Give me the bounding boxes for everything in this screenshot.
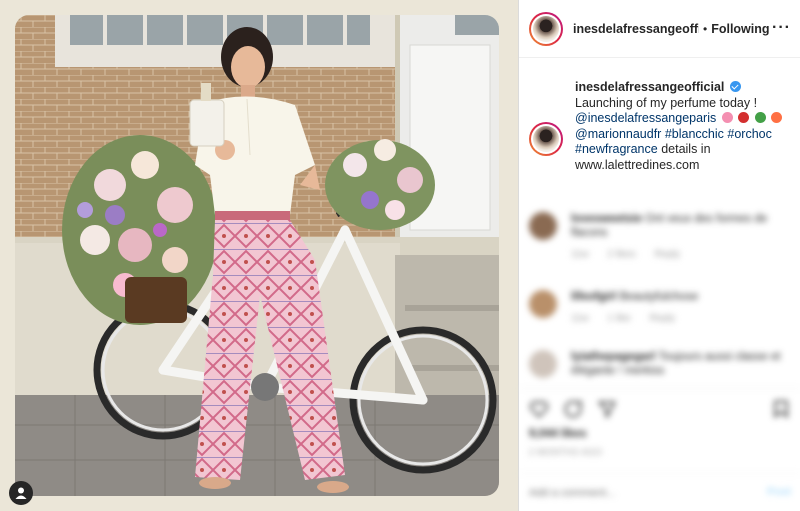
comment-text: Beautyfulchose xyxy=(619,291,699,303)
post-photo[interactable] xyxy=(15,15,499,496)
hashtag-link[interactable]: #blancchic xyxy=(665,127,724,141)
caption-details-text: details in xyxy=(661,142,711,157)
user-tag-button[interactable] xyxy=(9,481,33,505)
comment-username[interactable]: lovesweetsie xyxy=(571,213,642,225)
post-header: inesdelafressangeofficial • Following ··… xyxy=(519,0,800,58)
comment-likes[interactable]: 1 like xyxy=(607,313,630,324)
comment-avatar[interactable] xyxy=(529,350,557,378)
comment-reply-button[interactable]: Reply xyxy=(650,313,676,324)
like-count[interactable]: 9,044 likes xyxy=(529,428,587,440)
caption-avatar[interactable] xyxy=(529,122,563,156)
add-comment-bar: Post xyxy=(519,473,800,511)
comment-input[interactable] xyxy=(529,484,739,502)
person-icon xyxy=(15,487,27,499)
comment-age: 11w xyxy=(571,313,589,324)
heart-icon[interactable] xyxy=(529,399,549,419)
comment-username[interactable]: lifeofgirl xyxy=(571,291,616,303)
caption-username[interactable]: inesdelafressangeofficial xyxy=(575,80,724,94)
comment-icon[interactable] xyxy=(563,399,583,419)
comment-age: 11w xyxy=(571,249,589,260)
post-timestamp: 2 MONTHS AGO xyxy=(529,447,603,457)
share-icon[interactable] xyxy=(597,399,617,419)
rose-emoji-icon xyxy=(738,112,750,124)
post-comment-button[interactable]: Post xyxy=(767,486,791,498)
comment-item: lifeofgirl Beautyfulchose 11w 1 like Rep… xyxy=(529,290,789,326)
hashtag-link[interactable]: #orchoc xyxy=(727,127,771,141)
mention-link[interactable]: @inesdelafressangeparis xyxy=(575,111,716,125)
comment-likes[interactable]: 2 likes xyxy=(607,249,635,260)
comment-avatar[interactable] xyxy=(529,212,557,240)
caption-line-1: Launching of my perfume today ! xyxy=(575,95,758,110)
ellipsis-icon[interactable]: ··· xyxy=(772,19,791,37)
comment-item: lyiathepagegarl Toujours aussi classe et… xyxy=(529,350,789,378)
caption-website: www.lalettredines.com xyxy=(575,157,700,172)
flower-emoji-icon xyxy=(721,112,733,124)
following-button[interactable]: Following xyxy=(711,22,769,36)
bookmark-icon[interactable] xyxy=(771,399,791,419)
mention-link[interactable]: @marionnaudfr xyxy=(575,127,661,141)
photo-illustration xyxy=(15,15,499,496)
post-side-panel: inesdelafressangeofficial • Following ··… xyxy=(518,0,800,511)
clover-emoji-icon xyxy=(754,112,766,124)
header-separator: • xyxy=(703,21,708,36)
comment-item: lovesweetsie Ont veux des formes de flac… xyxy=(529,212,789,262)
hashtag-link[interactable]: #newfragrance xyxy=(575,142,658,156)
header-avatar[interactable] xyxy=(529,11,563,46)
comment-avatar[interactable] xyxy=(529,290,557,318)
post-caption: inesdelafressangeofficial Launching of m… xyxy=(529,80,793,174)
bouquet-emoji-icon xyxy=(771,112,783,124)
comment-username[interactable]: lyiathepagegarl xyxy=(571,351,655,363)
comment-reply-button[interactable]: Reply xyxy=(655,249,681,260)
header-username[interactable]: inesdelafressangeofficial xyxy=(573,22,699,36)
action-bar xyxy=(519,388,800,428)
verified-badge-icon xyxy=(729,81,741,92)
